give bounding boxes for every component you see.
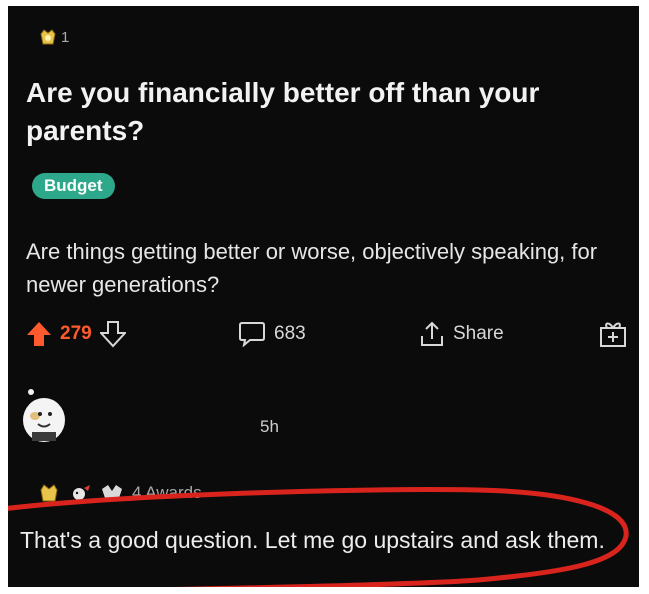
wholesome-award-icon — [73, 485, 90, 500]
screenshot-frame: 1 Are you financially better off than yo… — [8, 6, 639, 587]
upvote-count: 279 — [60, 323, 92, 344]
vote-group: 279 — [26, 314, 126, 354]
comment-text: That's a good question. Let me go upstai… — [20, 527, 605, 553]
commenter-avatar[interactable] — [20, 386, 68, 446]
gold-award-icon — [40, 29, 56, 45]
comment-awards-label: 4 Awards — [132, 483, 202, 502]
post-flair[interactable]: Budget — [32, 173, 115, 199]
post-title[interactable]: Are you financially better off than your… — [26, 74, 616, 150]
post-action-bar: 279 683 Share — [26, 314, 631, 354]
downvote-icon[interactable] — [99, 320, 126, 348]
gold-award-icon — [40, 484, 58, 502]
comment-count: 683 — [274, 323, 306, 344]
upvote-icon[interactable] — [26, 320, 52, 348]
comment-awards[interactable]: 4 Awards — [38, 483, 202, 503]
give-award-button[interactable] — [598, 314, 628, 354]
share-label: Share — [453, 323, 504, 344]
post-awards[interactable]: 1 — [38, 28, 69, 46]
post-body: Are things getting better or worse, obje… — [26, 239, 598, 297]
gift-award-icon — [600, 322, 626, 347]
share-button[interactable]: Share — [419, 314, 504, 354]
share-icon — [421, 321, 443, 346]
comment-bubble-icon — [239, 322, 265, 347]
silver-award-icon — [102, 485, 122, 501]
post-award-count: 1 — [61, 28, 70, 46]
comments-button[interactable]: 683 — [238, 314, 306, 354]
comment-timestamp: 5h — [260, 417, 279, 436]
